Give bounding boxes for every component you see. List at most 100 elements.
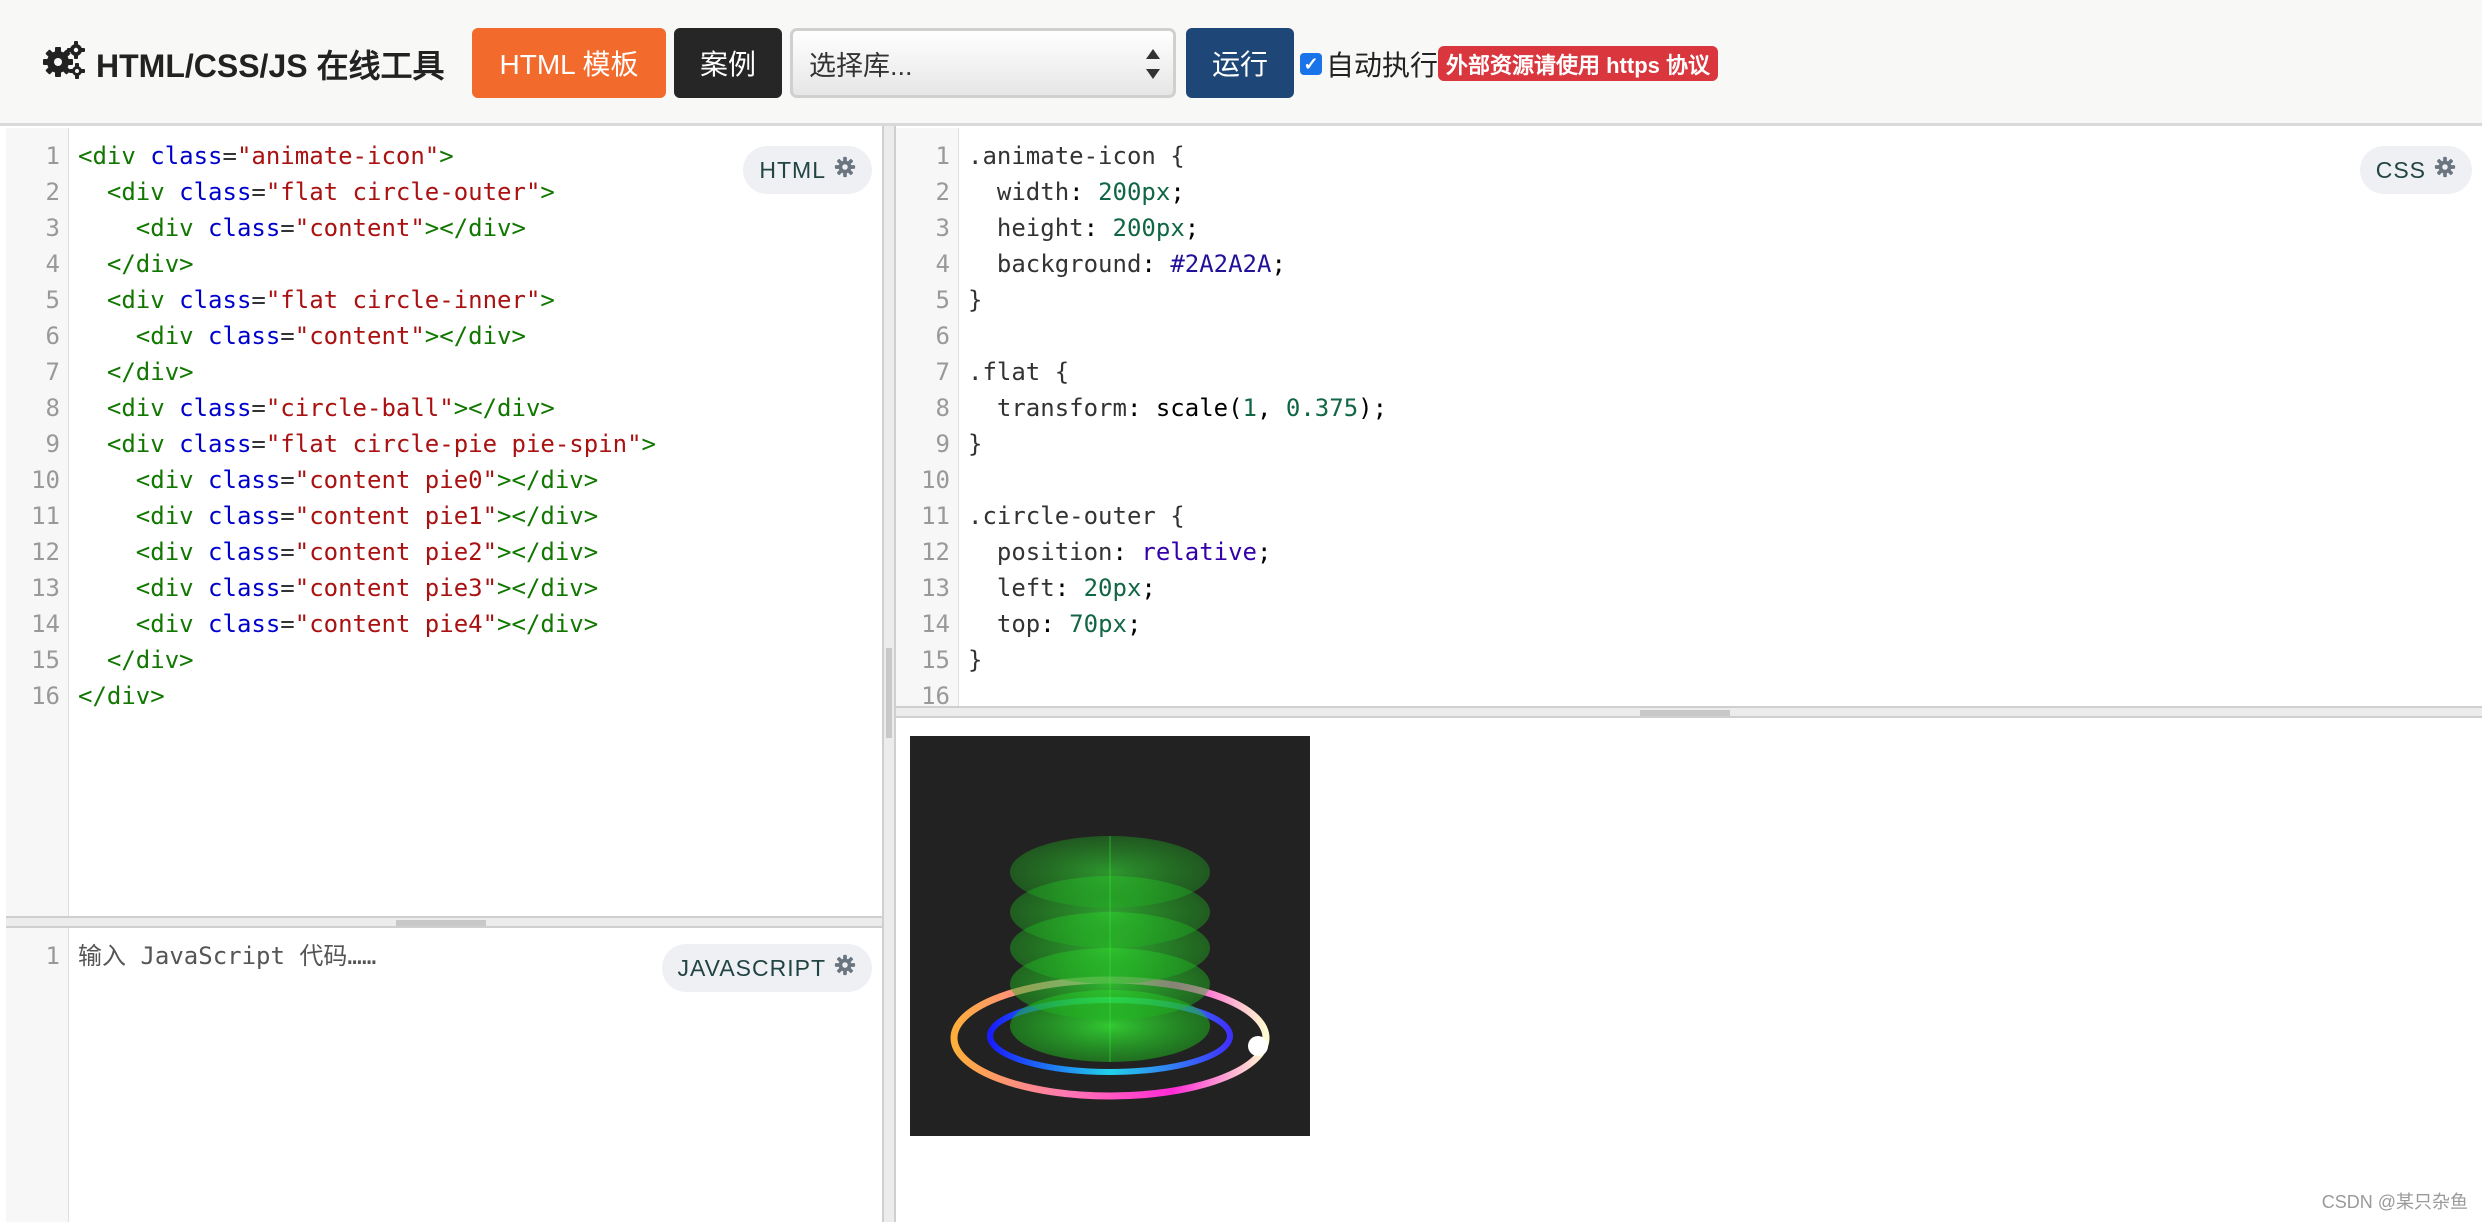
js-badge-label: JAVASCRIPT bbox=[677, 954, 826, 981]
code-line[interactable]: .circle-outer { bbox=[968, 498, 1185, 534]
code-line[interactable]: <div class="content pie1"></div> bbox=[78, 498, 598, 534]
line-number: 15 bbox=[921, 646, 950, 674]
line-number: 7 bbox=[45, 358, 60, 386]
code-line[interactable]: transform: scale(1, 0.375); bbox=[968, 390, 1387, 426]
javascript-editor[interactable]: 1 输入 JavaScript 代码…… JAVASCRIPT bbox=[6, 928, 882, 1222]
line-number: 13 bbox=[921, 574, 950, 602]
line-number: 3 bbox=[935, 214, 950, 242]
app-title: HTML/CSS/JS 在线工具 bbox=[42, 38, 444, 90]
line-number: 16 bbox=[921, 682, 950, 706]
code-line[interactable]: top: 70px; bbox=[968, 606, 1142, 642]
preview-animation bbox=[910, 736, 1310, 1136]
line-number: 13 bbox=[31, 574, 60, 602]
html-editor[interactable]: 1 2 3 4 5 6 7 8 9 10 11 12 13 14 15 16 <div class="anim… bbox=[6, 128, 882, 916]
css-editor[interactable]: 1 2 3 4 5 6 7 8 9 10 11 12 13 14 15 16 .animate-icon { … bbox=[896, 128, 2482, 706]
css-settings-badge[interactable]: CSS bbox=[2359, 146, 2472, 194]
html-js-splitter[interactable] bbox=[6, 916, 882, 928]
code-line[interactable]: <div class="flat circle-outer"> bbox=[78, 174, 555, 210]
app-title-text: HTML/CSS/JS 在线工具 bbox=[96, 48, 445, 84]
gear-icon bbox=[834, 156, 856, 184]
line-number: 5 bbox=[935, 286, 950, 314]
line-number: 8 bbox=[935, 394, 950, 422]
code-line[interactable]: } bbox=[968, 642, 982, 678]
code-line[interactable]: <div class="animate-icon"> bbox=[78, 138, 454, 174]
code-line[interactable]: } bbox=[968, 426, 982, 462]
line-number: 9 bbox=[45, 430, 60, 458]
js-gutter: 1 bbox=[6, 928, 69, 1222]
line-number: 12 bbox=[31, 538, 60, 566]
line-number: 11 bbox=[31, 502, 60, 530]
code-line[interactable]: </div> bbox=[78, 642, 194, 678]
code-line[interactable]: </div> bbox=[78, 246, 194, 282]
line-number: 15 bbox=[31, 646, 60, 674]
code-line[interactable]: <div class="content pie3"></div> bbox=[78, 570, 598, 606]
circle-ball bbox=[1248, 1036, 1268, 1056]
line-number: 16 bbox=[31, 682, 60, 710]
code-line[interactable]: left: 20px; bbox=[968, 570, 1156, 606]
code-line[interactable]: <div class="flat circle-inner"> bbox=[78, 282, 555, 318]
gear-icon bbox=[834, 954, 856, 982]
code-line[interactable]: </div> bbox=[78, 678, 165, 714]
line-number: 4 bbox=[935, 250, 950, 278]
code-line[interactable]: width: 200px; bbox=[968, 174, 1185, 210]
code-line[interactable]: <div class="content"></div> bbox=[78, 318, 526, 354]
line-number: 2 bbox=[935, 178, 950, 206]
line-number: 12 bbox=[921, 538, 950, 566]
autorun-checkbox[interactable]: ✓ bbox=[1300, 53, 1322, 75]
html-gutter: 1 2 3 4 5 6 7 8 9 10 11 12 13 14 15 16 bbox=[6, 128, 69, 916]
code-line[interactable]: <div class="content pie4"></div> bbox=[78, 606, 598, 642]
toolbar: HTML/CSS/JS 在线工具 HTML 模板 案例 选择库... 运行 ✓ … bbox=[0, 0, 2482, 126]
code-line[interactable]: .animate-icon { bbox=[968, 138, 1185, 174]
code-line[interactable]: </div> bbox=[78, 354, 194, 390]
gears-icon bbox=[42, 40, 86, 88]
code-line[interactable]: background: #2A2A2A; bbox=[968, 246, 1286, 282]
code-line[interactable]: <div class="content pie0"></div> bbox=[78, 462, 598, 498]
line-number: 8 bbox=[45, 394, 60, 422]
code-line[interactable]: } bbox=[968, 282, 982, 318]
watermark: CSDN @某只杂鱼 bbox=[2321, 1192, 2468, 1212]
line-number: 4 bbox=[45, 250, 60, 278]
line-number: 5 bbox=[45, 286, 60, 314]
code-line[interactable]: <div class="content pie2"></div> bbox=[78, 534, 598, 570]
examples-button[interactable]: 案例 bbox=[674, 28, 782, 98]
javascript-settings-badge[interactable]: JAVASCRIPT bbox=[661, 944, 872, 992]
select-arrows-icon bbox=[1145, 49, 1161, 79]
autorun-label: 自动执行 bbox=[1326, 50, 1439, 81]
code-line[interactable]: position: relative; bbox=[968, 534, 1272, 570]
line-number: 3 bbox=[45, 214, 60, 242]
autorun-toggle[interactable]: ✓ 自动执行 bbox=[1300, 44, 1438, 84]
pie-disc-stack bbox=[1010, 836, 1210, 1062]
line-number: 10 bbox=[31, 466, 60, 494]
line-number: 6 bbox=[45, 322, 60, 350]
line-number: 14 bbox=[921, 610, 950, 638]
line-number: 6 bbox=[935, 322, 950, 350]
html-badge-label: HTML bbox=[759, 156, 826, 183]
code-line[interactable]: <div class="circle-ball"></div> bbox=[78, 390, 555, 426]
line-number: 7 bbox=[935, 358, 950, 386]
line-number: 14 bbox=[31, 610, 60, 638]
run-button[interactable]: 运行 bbox=[1186, 28, 1294, 98]
gear-icon bbox=[2434, 156, 2456, 184]
css-preview-splitter[interactable] bbox=[896, 706, 2482, 718]
line-number: 2 bbox=[45, 178, 60, 206]
html-settings-badge[interactable]: HTML bbox=[743, 146, 872, 194]
js-placeholder[interactable]: 输入 JavaScript 代码…… bbox=[78, 938, 376, 974]
line-number: 9 bbox=[935, 430, 950, 458]
animated-cylinder-icon bbox=[950, 836, 1270, 1100]
code-line[interactable]: height: 200px; bbox=[968, 210, 1199, 246]
css-gutter: 1 2 3 4 5 6 7 8 9 10 11 12 13 14 15 16 bbox=[896, 128, 959, 706]
html-template-button[interactable]: HTML 模板 bbox=[472, 28, 666, 98]
vertical-splitter[interactable] bbox=[882, 126, 896, 1222]
code-line[interactable]: <div class="flat circle-pie pie-spin"> bbox=[78, 426, 656, 462]
library-select-value: 选择库... bbox=[809, 50, 913, 81]
library-select[interactable]: 选择库... bbox=[790, 28, 1176, 98]
line-number: 1 bbox=[935, 142, 950, 170]
code-line[interactable]: <div class="content"></div> bbox=[78, 210, 526, 246]
css-badge-label: CSS bbox=[2375, 156, 2426, 183]
line-number: 1 bbox=[45, 142, 60, 170]
line-number: 1 bbox=[45, 942, 60, 970]
line-number: 10 bbox=[921, 466, 950, 494]
https-warning-badge: 外部资源请使用 https 协议 bbox=[1438, 46, 1718, 81]
code-line[interactable]: .flat { bbox=[968, 354, 1069, 390]
line-number: 11 bbox=[921, 502, 950, 530]
